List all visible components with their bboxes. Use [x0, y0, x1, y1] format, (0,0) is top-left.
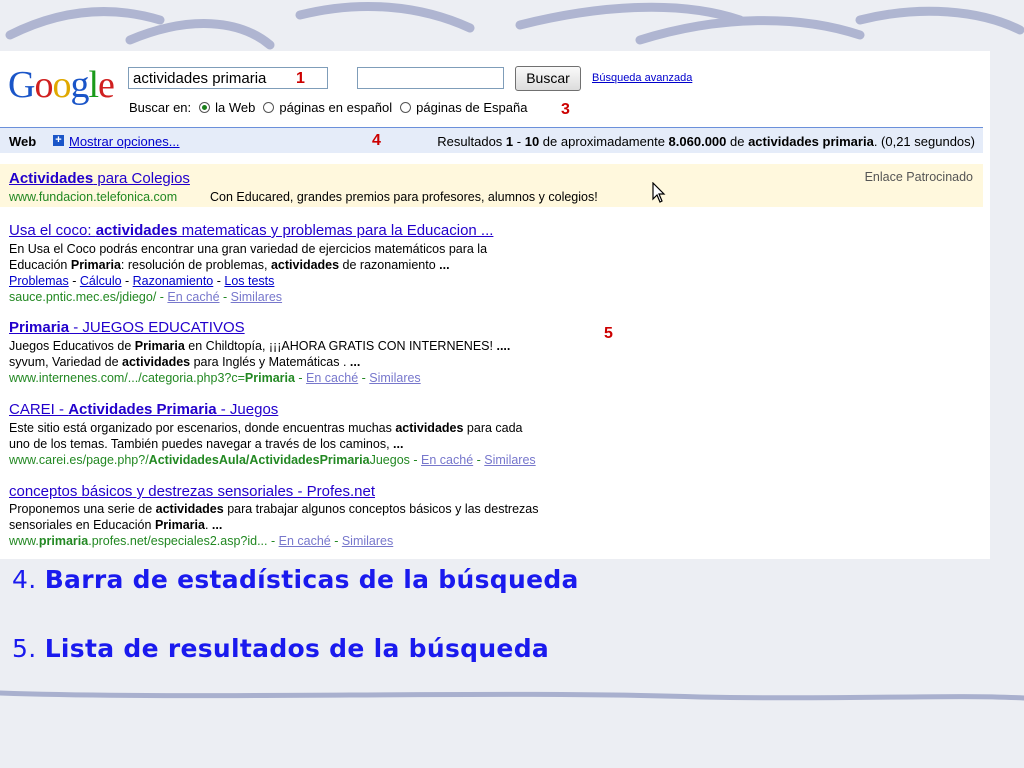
- sitelink[interactable]: Cálculo: [80, 274, 122, 288]
- result-snippet-line: syvum, Variedad de actividades para Ingl…: [9, 355, 361, 369]
- result-title[interactable]: Usa el coco: actividades matematicas y p…: [9, 222, 493, 239]
- google-results-screenshot: Google actividades primaria 1 Buscar Bús…: [0, 51, 990, 559]
- result-snippet-line: Educación Primaria: resolución de proble…: [9, 258, 450, 272]
- result-url-line: www.carei.es/page.php?/ActividadesAula/A…: [9, 453, 536, 467]
- result-title[interactable]: CAREI - Actividades Primaria - Juegos: [9, 401, 278, 418]
- radio-group-label: Buscar en:: [129, 100, 192, 115]
- results-stats: Resultados 1 - 10 de aproximadamente 8.0…: [437, 134, 975, 149]
- radio-web[interactable]: [199, 102, 211, 113]
- secondary-input[interactable]: [357, 67, 504, 89]
- cache-link[interactable]: En caché: [421, 453, 473, 467]
- result-snippet-line: En Usa el Coco podrás encontrar una gran…: [9, 242, 488, 256]
- sponsored-desc: Con Educared, grandes premios para profe…: [210, 190, 598, 204]
- marker-1: 1: [296, 70, 305, 87]
- sitelink[interactable]: Problemas: [9, 274, 69, 288]
- result-title[interactable]: conceptos básicos y destrezas sensoriale…: [9, 483, 375, 500]
- radio-spain[interactable]: [400, 102, 412, 113]
- show-options-link[interactable]: Mostrar opciones...: [69, 134, 180, 149]
- plus-icon[interactable]: +: [53, 135, 64, 146]
- sitelink[interactable]: Los tests: [224, 274, 274, 288]
- marker-3: 3: [561, 101, 570, 118]
- result-url-line: www.primaria.profes.net/especiales2.asp?…: [9, 534, 394, 548]
- sponsored-title[interactable]: Actividades para Colegios: [9, 170, 190, 187]
- similar-link[interactable]: Similares: [369, 371, 420, 385]
- result-snippet-line: sensoriales en Educación Primaria. ...: [9, 518, 223, 532]
- result-snippet-line: Este sitio está organizado por escenario…: [9, 421, 523, 435]
- cache-link[interactable]: En caché: [306, 371, 358, 385]
- stats-bar: Web + Mostrar opciones... 4 Resultados 1…: [0, 127, 983, 153]
- similar-link[interactable]: Similares: [231, 290, 282, 304]
- radio-spanish[interactable]: [263, 102, 275, 113]
- sitelink[interactable]: Razonamiento: [133, 274, 214, 288]
- result-snippet-line: Proponemos una serie de actividades para…: [9, 502, 539, 516]
- sponsored-url: www.fundacion.telefonica.com: [9, 190, 178, 204]
- result-snippet-line: Juegos Educativos de Primaria en Childto…: [9, 339, 511, 353]
- result-url-line: sauce.pntic.mec.es/jdiego/ - En caché - …: [9, 290, 283, 304]
- result-snippet-line: uno de los temas. También puedes navegar…: [9, 437, 404, 451]
- mouse-cursor-icon: [652, 182, 666, 203]
- advanced-search-link[interactable]: Búsqueda avanzada: [592, 72, 692, 84]
- marker-5: 5: [604, 325, 613, 342]
- marker-4: 4: [372, 132, 381, 149]
- sponsored-label: Enlace Patrocinado: [864, 170, 973, 184]
- similar-link[interactable]: Similares: [484, 453, 535, 467]
- cache-link[interactable]: En caché: [167, 290, 219, 304]
- caption-results-list: 5. Lista de resultados de la búsqueda: [12, 634, 550, 663]
- radio-web-label: la Web: [215, 100, 256, 115]
- result-title[interactable]: Primaria - JUEGOS EDUCATIVOS: [9, 319, 245, 336]
- radio-spanish-label: páginas en español: [279, 100, 393, 115]
- caption-stats-bar: 4. Barra de estadísticas de la búsqueda: [12, 565, 579, 594]
- cache-link[interactable]: En caché: [279, 534, 331, 548]
- search-scope-radios: Buscar en: la Web páginas en español pág…: [129, 100, 527, 115]
- result-url-line: www.internenes.com/.../categoria.php3?c=…: [9, 371, 421, 385]
- similar-link[interactable]: Similares: [342, 534, 393, 548]
- web-label: Web: [9, 134, 37, 149]
- search-button[interactable]: Buscar: [515, 66, 581, 91]
- google-logo[interactable]: Google: [8, 63, 115, 107]
- result-sitelinks: Problemas - Cálculo - Razonamiento - Los…: [9, 274, 275, 288]
- radio-spain-label: páginas de España: [416, 100, 528, 115]
- sponsored-result: Actividades para Colegios www.fundacion.…: [0, 164, 983, 207]
